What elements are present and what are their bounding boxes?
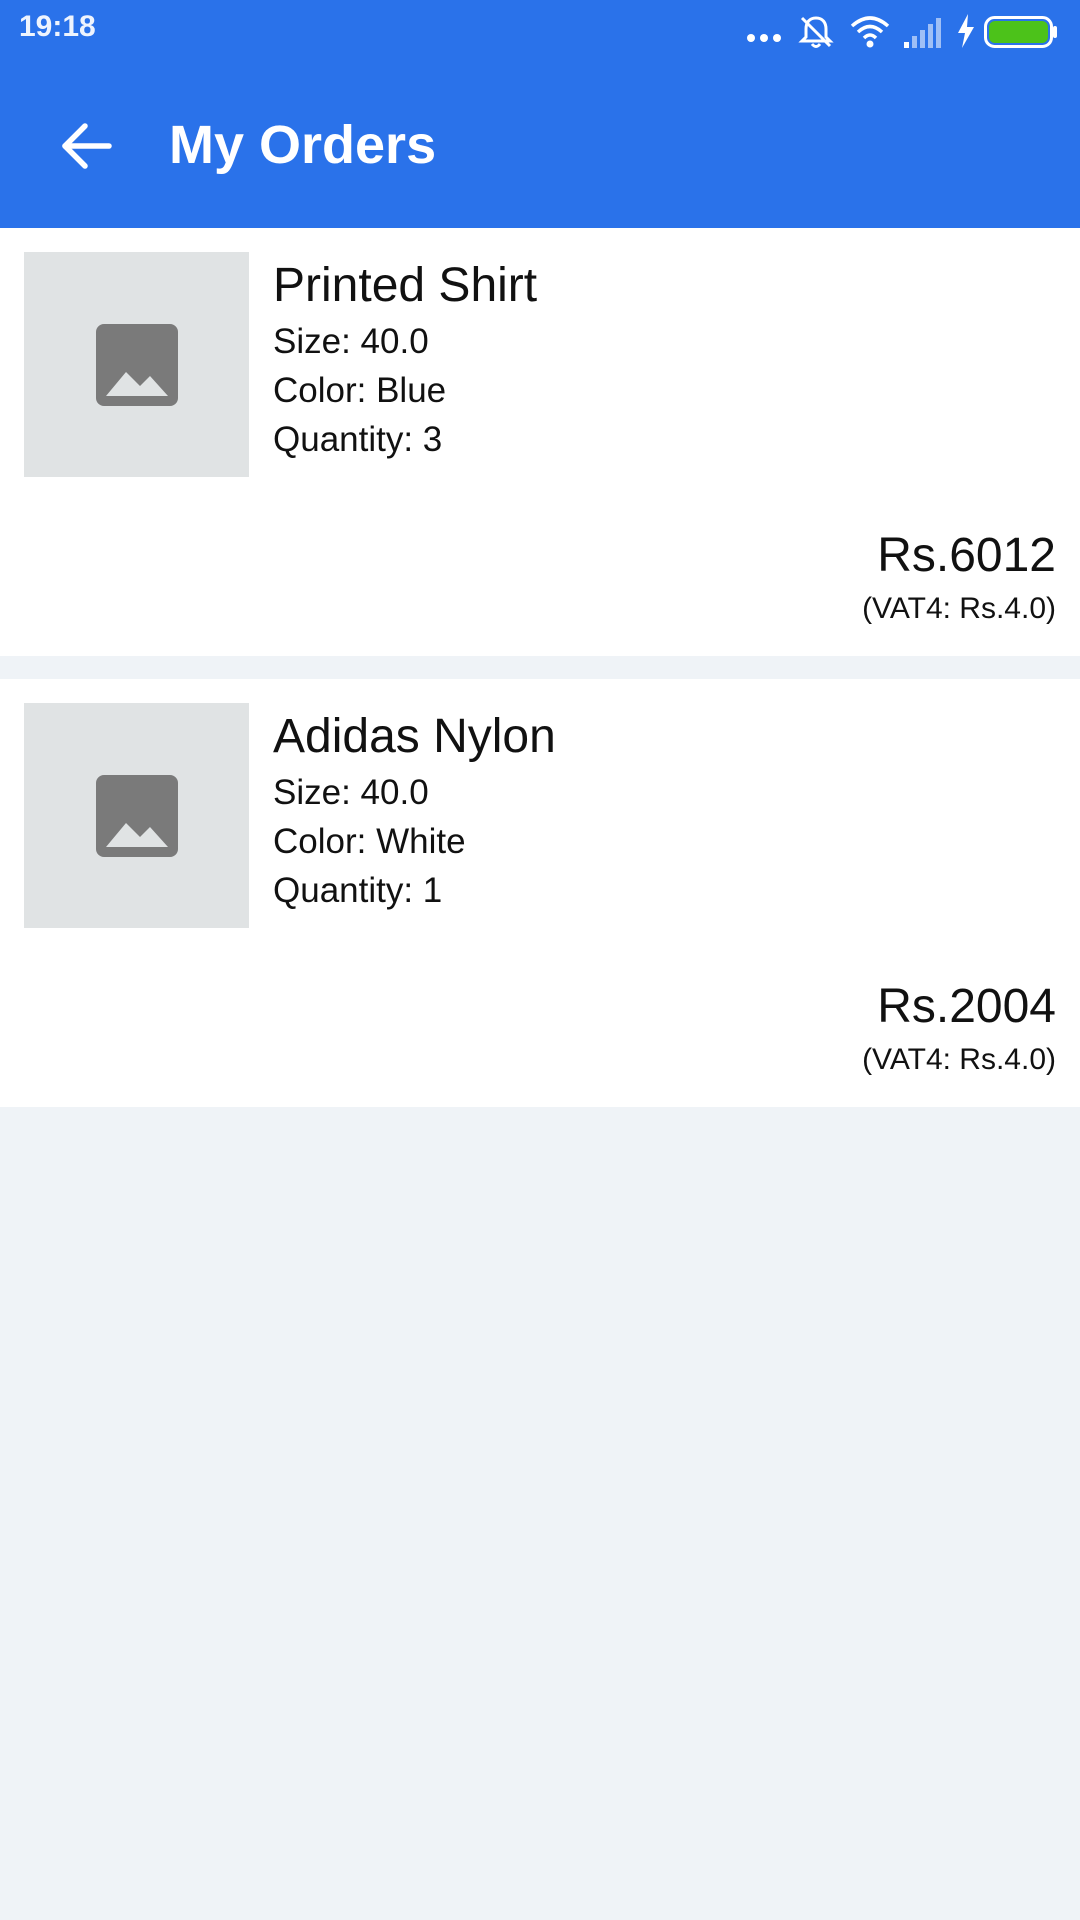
more-dots-icon — [747, 34, 781, 42]
image-placeholder-icon — [95, 323, 178, 406]
order-price: Rs.2004 — [877, 980, 1056, 1033]
toolbar: My Orders — [0, 62, 1080, 228]
order-vat: (VAT4: Rs.4.0) — [862, 1043, 1056, 1076]
order-price: Rs.6012 — [877, 529, 1056, 582]
product-size: Size: 40.0 — [273, 773, 429, 812]
signal-icon — [904, 18, 941, 48]
product-color: Color: White — [273, 822, 466, 861]
order-card[interactable]: Adidas Nylon Size: 40.0 Color: White Qua… — [0, 679, 1080, 1107]
wifi-icon — [850, 16, 890, 48]
product-quantity: Quantity: 1 — [273, 871, 443, 910]
product-name: Adidas Nylon — [273, 710, 556, 763]
product-size: Size: 40.0 — [273, 322, 429, 361]
silent-bell-icon — [798, 16, 834, 48]
image-placeholder-icon — [95, 774, 178, 857]
back-button[interactable] — [44, 104, 128, 188]
product-quantity: Quantity: 3 — [273, 420, 443, 459]
product-thumbnail — [24, 703, 249, 928]
arrow-left-icon — [62, 123, 112, 169]
battery-icon — [984, 16, 1057, 48]
app-header: 19:18 My Orders — [0, 0, 1080, 228]
status-bar: 19:18 — [0, 0, 1080, 62]
product-name: Printed Shirt — [273, 259, 538, 312]
product-thumbnail — [24, 252, 249, 477]
status-time: 19:18 — [19, 10, 96, 43]
charging-icon — [958, 14, 974, 48]
order-card[interactable]: Printed Shirt Size: 40.0 Color: Blue Qua… — [0, 228, 1080, 656]
page-title: My Orders — [169, 115, 437, 175]
product-color: Color: Blue — [273, 371, 447, 410]
status-icons — [746, 12, 1066, 52]
order-vat: (VAT4: Rs.4.0) — [862, 592, 1056, 625]
